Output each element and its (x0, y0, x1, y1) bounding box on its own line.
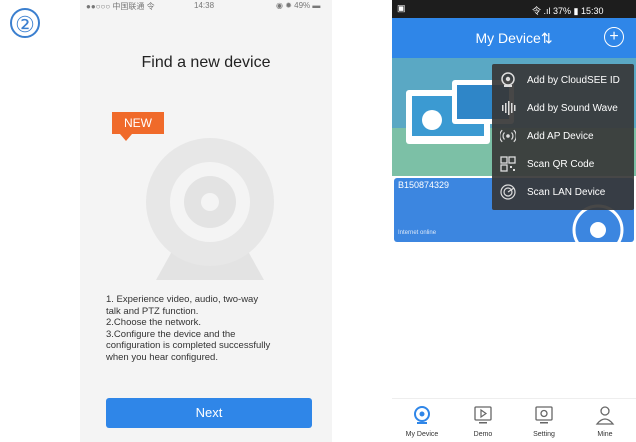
next-button[interactable]: Next (106, 398, 312, 428)
status-info: 令 .ıl 37% ▮ 15:30 (532, 6, 604, 16)
cloud-icon-shape (422, 110, 442, 130)
ap-signal-icon (500, 129, 516, 143)
add-device-menu: Add by CloudSEE ID Add by Sound Wave Add… (492, 64, 634, 210)
carrier-text: ●●○○○ 中国联通 令 (86, 2, 155, 11)
instruction-line: talk and PTZ function. (106, 305, 199, 317)
menu-item-scan-qr-code[interactable]: Scan QR Code (492, 151, 634, 179)
menu-item-add-sound-wave[interactable]: Add by Sound Wave (492, 95, 634, 123)
new-badge-tail (120, 134, 132, 141)
menu-item-label: Scan QR Code (527, 159, 595, 170)
tab-setting[interactable]: Setting (514, 399, 574, 442)
instruction-line: when you hear configured. (106, 351, 218, 363)
instruction-line: 1. Experience video, audio, two-way (106, 294, 259, 305)
tab-label: Mine (597, 431, 613, 438)
bottom-tab-bar: My Device Demo Setting Mine (392, 398, 636, 442)
tab-label: Setting (533, 431, 555, 438)
tab-label: My Device (405, 431, 439, 438)
lan-scan-icon (500, 184, 516, 200)
device-id: B150874329 (398, 180, 450, 190)
right-phone-screen: ▣ 令 .ıl 37% ▮ 15:30 My Device⇅ + B150874… (392, 0, 636, 442)
step-number-badge: ② (10, 8, 40, 38)
instruction-line: configuration is completed successfully (106, 340, 271, 351)
sort-arrows-icon: ⇅ (540, 30, 553, 46)
qr-code-icon (500, 156, 516, 172)
sound-wave-icon (502, 101, 516, 115)
tab-my-device[interactable]: My Device (392, 399, 452, 442)
notification-icon: ▣ (397, 3, 406, 13)
menu-item-label: Add by Sound Wave (527, 103, 618, 114)
add-device-button[interactable]: + (604, 27, 624, 47)
play-icon (474, 406, 492, 424)
page-title: Find a new device (141, 54, 271, 71)
instruction-line: 2.Choose the network. (106, 317, 202, 328)
app-header: My Device⇅ + (392, 18, 636, 58)
camera-icon (414, 406, 430, 424)
menu-item-add-ap-device[interactable]: Add AP Device (492, 123, 634, 151)
new-badge: NEW (112, 112, 164, 134)
tab-label: Demo (473, 431, 493, 438)
instruction-list: 1. Experience video, audio, two-way talk… (106, 294, 320, 363)
tab-mine[interactable]: Mine (575, 399, 635, 442)
menu-item-add-cloudsee-id[interactable]: Add by CloudSEE ID (492, 67, 634, 95)
gear-icon (535, 406, 553, 424)
left-phone-screen: ●●○○○ 中国联通 令 14:38 ◉ ✹ 49% ▬ Find a new … (80, 0, 332, 442)
user-icon (595, 406, 615, 425)
camera-lens-center (201, 193, 219, 211)
menu-item-label: Scan LAN Device (527, 187, 606, 198)
menu-item-scan-lan-device[interactable]: Scan LAN Device (492, 179, 634, 207)
menu-item-label: Add AP Device (527, 131, 594, 142)
menu-item-label: Add by CloudSEE ID (527, 75, 620, 86)
cloudsee-icon (501, 72, 515, 87)
status-bar: ▣ 令 .ıl 37% ▮ 15:30 (392, 0, 636, 18)
camera-illustration (146, 138, 274, 280)
status-bar: ●●○○○ 中国联通 令 14:38 ◉ ✹ 49% ▬ (80, 0, 332, 14)
instruction-line: 3.Configure the device and the (106, 328, 236, 340)
device-status: Internet online (398, 230, 437, 236)
status-time: 14:38 (194, 1, 215, 10)
tab-demo[interactable]: Demo (453, 399, 513, 442)
header-title[interactable]: My Device⇅ (392, 18, 636, 58)
battery-status: ◉ ✹ 49% ▬ (276, 1, 321, 10)
header-title-text: My Device (475, 30, 541, 46)
